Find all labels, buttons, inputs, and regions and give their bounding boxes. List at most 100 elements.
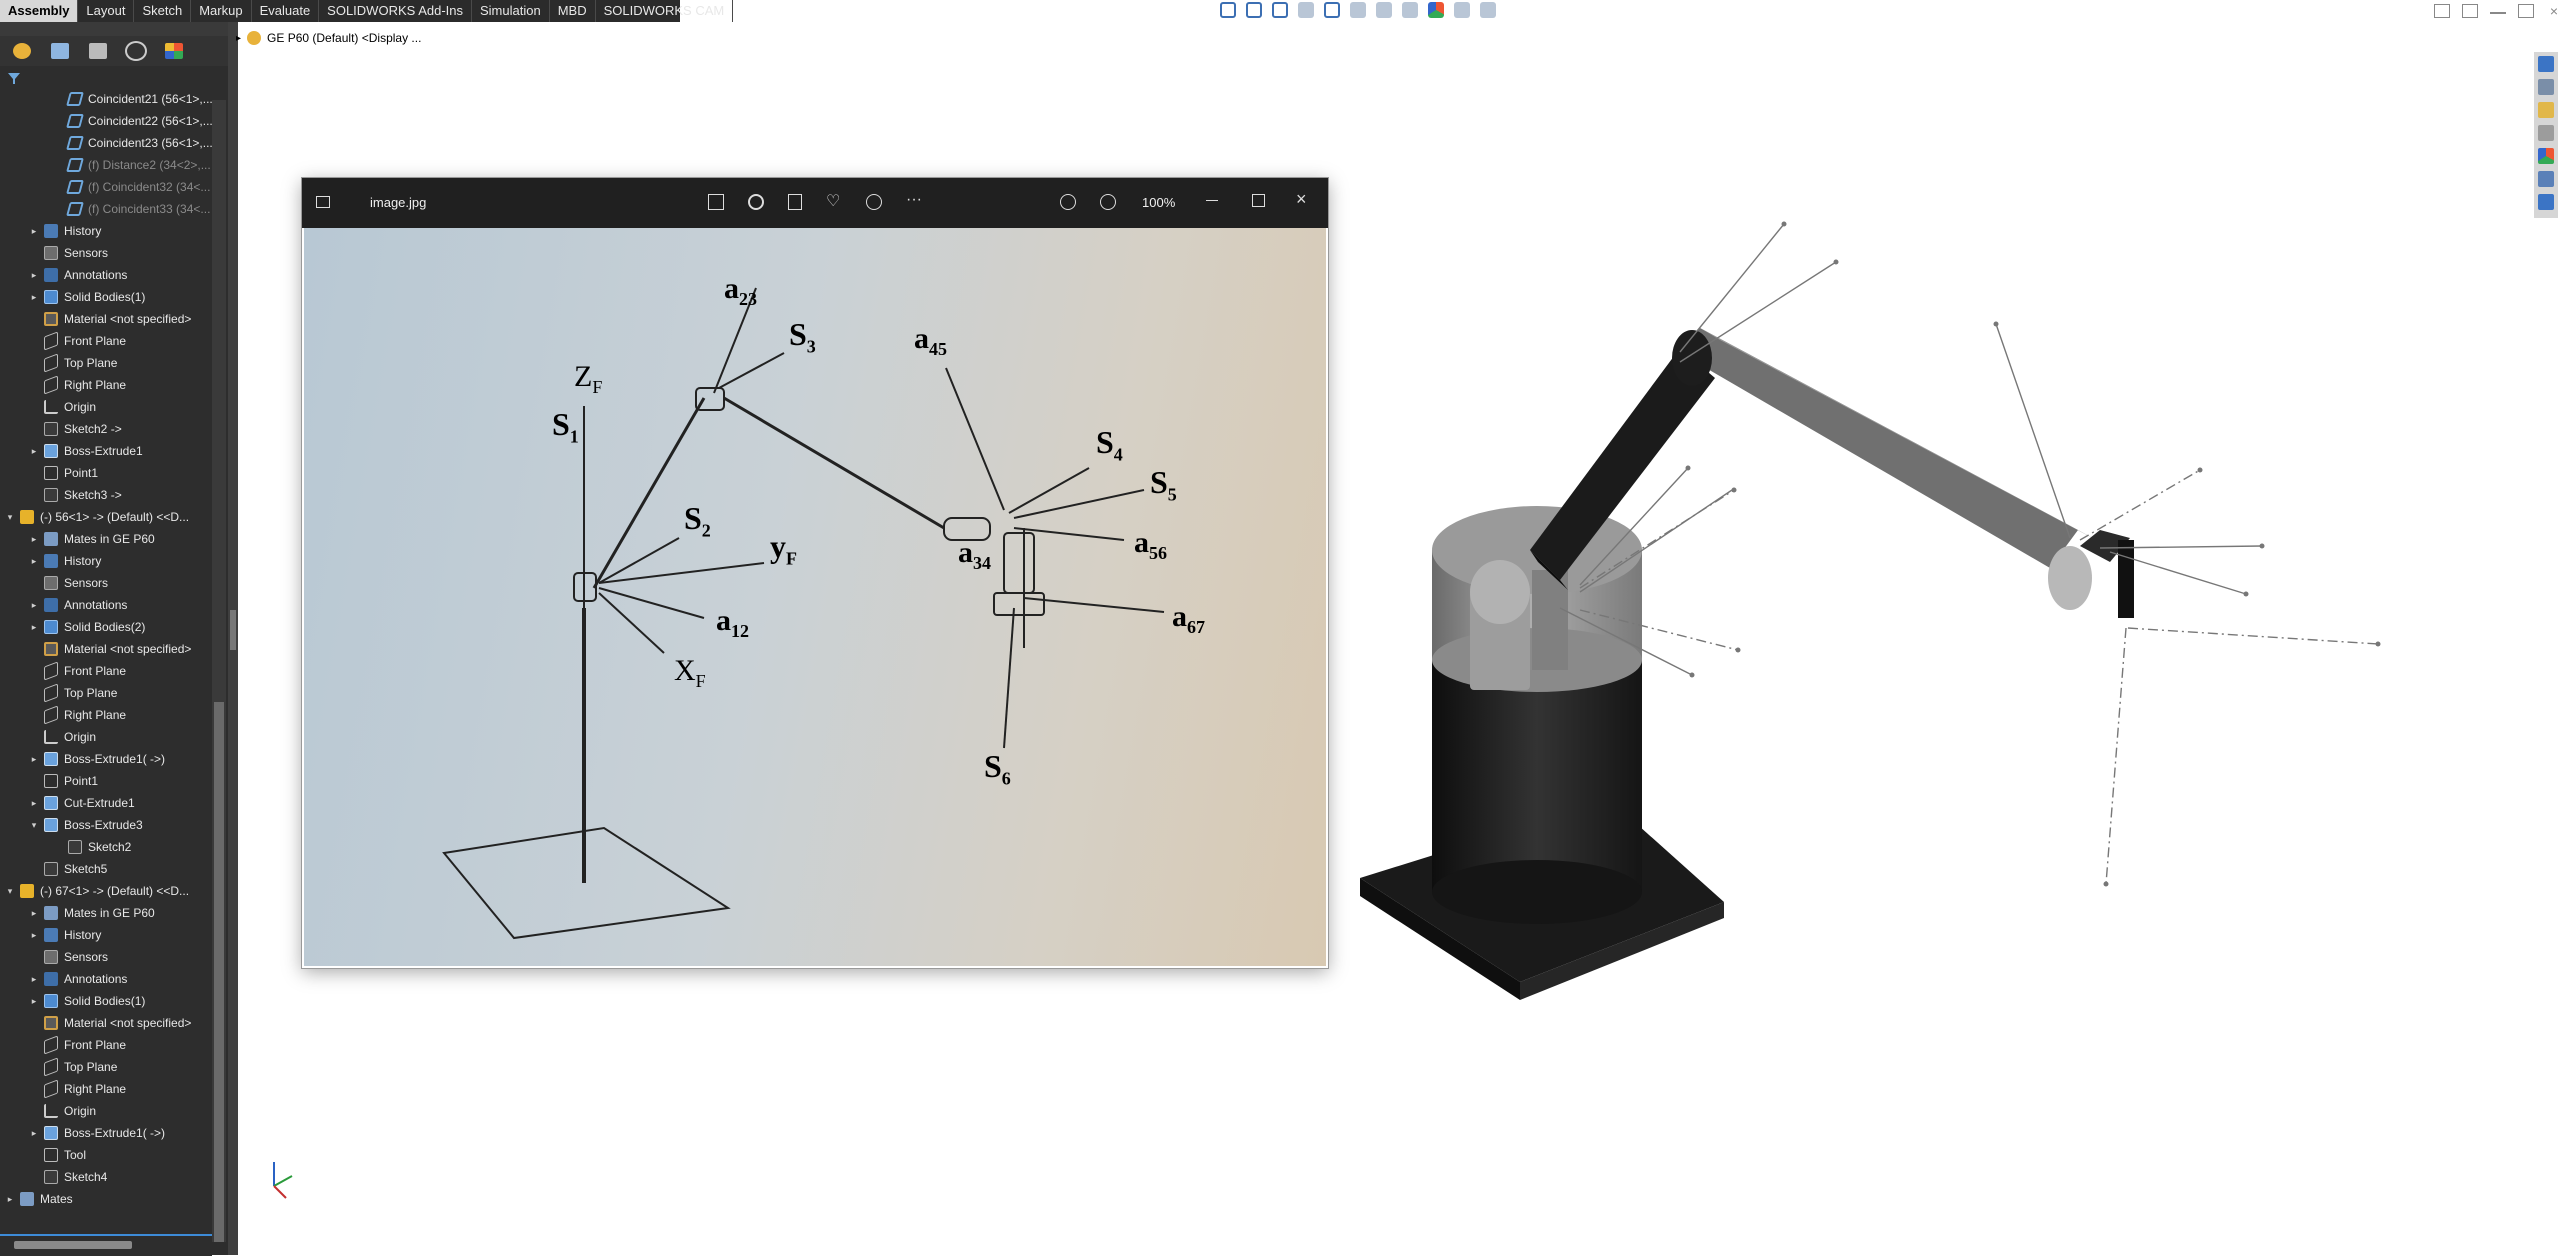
feature-manager-tab-icon[interactable] (6, 39, 38, 63)
tree-item[interactable]: Front Plane (0, 660, 212, 682)
tree-scroll-thumb[interactable] (214, 702, 224, 1242)
tree-item[interactable]: ▸ Mates (0, 1188, 212, 1210)
tree-item[interactable]: ▸ Solid Bodies(1) (0, 990, 212, 1012)
tree-item[interactable]: ▸ History (0, 550, 212, 572)
tree-item[interactable]: Material <not specified> (0, 308, 212, 330)
dynamic-annotation-icon[interactable] (1324, 2, 1340, 18)
expand-arrow-icon[interactable]: ▸ (28, 292, 40, 303)
zoom-to-area-icon[interactable] (1246, 2, 1262, 18)
edit-image-icon[interactable] (708, 194, 724, 210)
appearances-icon[interactable] (2538, 148, 2554, 164)
display-manager-tab-icon[interactable] (158, 39, 190, 63)
tree-item[interactable]: ▸ Solid Bodies(1) (0, 286, 212, 308)
expand-arrow-icon[interactable]: ▸ (28, 622, 40, 633)
info-icon[interactable] (866, 194, 882, 210)
tree-item[interactable]: Sensors (0, 946, 212, 968)
tree-item[interactable]: Front Plane (0, 1034, 212, 1056)
tree-item[interactable]: ▸ Mates in GE P60 (0, 902, 212, 924)
expand-arrow-icon[interactable]: ▸ (28, 270, 40, 281)
expand-arrow-icon[interactable]: ▸ (28, 1128, 40, 1139)
expand-arrow-icon[interactable]: ▸ (4, 1194, 16, 1205)
solidworks-resources-icon[interactable] (2538, 56, 2554, 72)
more-options-icon[interactable]: ··· (906, 192, 926, 210)
tree-item[interactable]: Right Plane (0, 1078, 212, 1100)
tree-item[interactable]: Sketch3 -> (0, 484, 212, 506)
filter-icon[interactable] (0, 68, 228, 88)
tree-item[interactable]: ▸ History (0, 924, 212, 946)
solidworks-forum-icon[interactable] (2538, 194, 2554, 210)
tree-item[interactable]: ▸ Solid Bodies(2) (0, 616, 212, 638)
hide-show-items-icon[interactable] (1402, 2, 1418, 18)
expand-arrow-icon[interactable]: ▸ (28, 534, 40, 545)
panel-splitter[interactable] (228, 22, 238, 1255)
display-style-icon[interactable] (1376, 2, 1392, 18)
view-palette-icon[interactable] (2538, 125, 2554, 141)
dimxpert-tab-icon[interactable] (120, 39, 152, 63)
tree-item[interactable]: Point1 (0, 770, 212, 792)
apply-scene-icon[interactable] (1454, 2, 1470, 18)
tree-item[interactable]: (f) Coincident32 (34<... (0, 176, 212, 198)
tree-item[interactable]: ▸ Cut-Extrude1 (0, 792, 212, 814)
tile-icon[interactable] (2434, 4, 2450, 18)
tree-item[interactable]: Origin (0, 396, 212, 418)
tree-item[interactable]: ▾ Boss-Extrude3 (0, 814, 212, 836)
view-settings-icon[interactable] (1480, 2, 1496, 18)
tree-item[interactable]: ▸ History (0, 220, 212, 242)
tree-item[interactable]: ▾ (-) 56<1> -> (Default) <<D... (0, 506, 212, 528)
tree-item[interactable]: Material <not specified> (0, 1012, 212, 1034)
gallery-icon[interactable] (316, 196, 330, 208)
tree-item[interactable]: Coincident23 (56<1>,... (0, 132, 212, 154)
command-tab-solidworks-add-ins[interactable]: SOLIDWORKS Add-Ins (319, 0, 472, 22)
tree-item[interactable]: Sensors (0, 572, 212, 594)
forearm[interactable] (1672, 328, 2100, 610)
zoom-to-fit-icon[interactable] (1220, 2, 1236, 18)
expand-arrow-icon[interactable]: ▾ (4, 512, 16, 523)
tree-item[interactable]: Origin (0, 726, 212, 748)
tree-item[interactable]: Top Plane (0, 352, 212, 374)
expand-arrow-icon[interactable]: ▸ (28, 600, 40, 611)
tree-item[interactable]: Coincident21 (56<1>,... (0, 88, 212, 110)
minimize-icon[interactable] (2490, 4, 2506, 14)
tree-item[interactable]: (f) Distance2 (34<2>,... (0, 154, 212, 176)
tree-item[interactable]: Origin (0, 1100, 212, 1122)
tree-item[interactable]: Sketch4 (0, 1166, 212, 1188)
expand-arrow-icon[interactable]: ▾ (28, 820, 40, 831)
expand-arrow-icon[interactable]: ▸ (28, 446, 40, 457)
tree-item[interactable]: Coincident22 (56<1>,... (0, 110, 212, 132)
command-tab-sketch[interactable]: Sketch (134, 0, 192, 22)
tree-item[interactable]: Tool (0, 1144, 212, 1166)
tree-item[interactable]: Material <not specified> (0, 638, 212, 660)
splitter-grip[interactable] (230, 610, 236, 650)
expand-arrow-icon[interactable]: ▸ (28, 974, 40, 985)
breadcrumb[interactable]: ▸ GE P60 (Default) <Display ... (236, 28, 421, 48)
zoom-in-icon[interactable] (1100, 194, 1116, 210)
tree-item[interactable]: Top Plane (0, 1056, 212, 1078)
photo-viewer-window[interactable]: image.jpg ♡ ··· 100% × a23 S3 a45 ZF S1 … (302, 178, 1328, 968)
delete-icon[interactable] (788, 194, 802, 210)
section-view-icon[interactable] (1298, 2, 1314, 18)
expand-arrow-icon[interactable]: ▸ (28, 930, 40, 941)
expand-arrow-icon[interactable]: ▸ (28, 798, 40, 809)
custom-properties-icon[interactable] (2538, 171, 2554, 187)
command-tab-layout[interactable]: Layout (78, 0, 135, 22)
expand-arrow-icon[interactable]: ▸ (28, 556, 40, 567)
viewer-minimize-icon[interactable] (1206, 200, 1218, 201)
restore-icon[interactable] (2518, 4, 2534, 18)
viewer-close-icon[interactable]: × (1296, 189, 1307, 210)
view-orientation-icon[interactable] (1350, 2, 1366, 18)
design-library-icon[interactable] (2538, 79, 2554, 95)
viewer-maximize-icon[interactable] (1252, 194, 1265, 207)
expand-arrow-icon[interactable]: ▸ (28, 754, 40, 765)
edit-appearance-icon[interactable] (1428, 2, 1444, 18)
tree-hscroll-thumb[interactable] (14, 1241, 132, 1249)
command-tab-markup[interactable]: Markup (191, 0, 252, 22)
tree-item[interactable]: ▸ Boss-Extrude1( ->) (0, 1122, 212, 1144)
tree-item[interactable]: Right Plane (0, 374, 212, 396)
command-tab-mbd[interactable]: MBD (550, 0, 596, 22)
zoom-out-icon[interactable] (1060, 194, 1076, 210)
panel-collapse-strip[interactable] (0, 22, 228, 36)
configuration-manager-tab-icon[interactable] (82, 39, 114, 63)
tree-item[interactable]: Sketch2 (0, 836, 212, 858)
command-tab-simulation[interactable]: Simulation (472, 0, 550, 22)
base-column[interactable] (1432, 506, 1642, 924)
